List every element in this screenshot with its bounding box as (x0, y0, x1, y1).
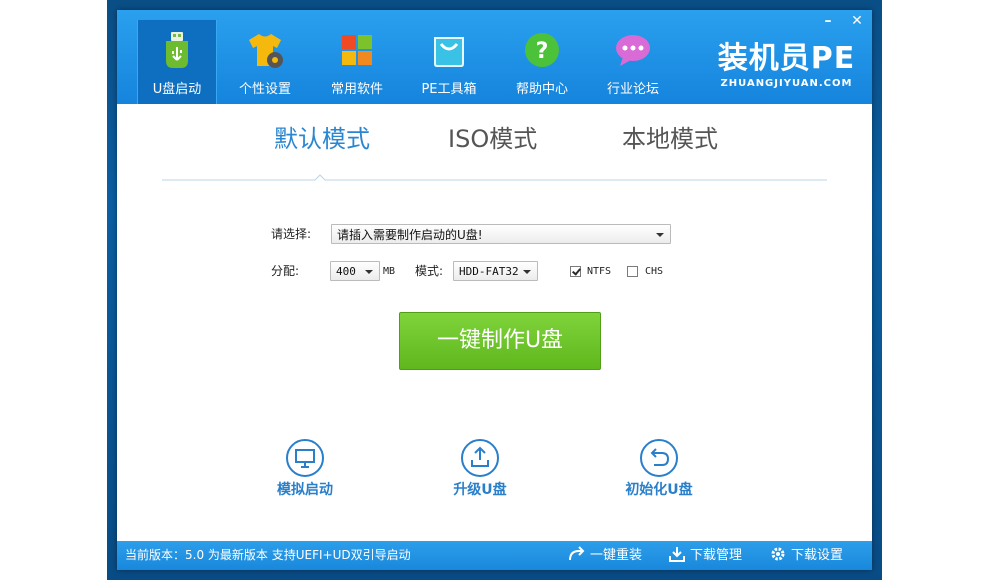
download-icon (669, 547, 685, 562)
usb-drive-select-value: 请插入需要制作启动的U盘! (337, 228, 483, 242)
tab-divider (162, 174, 827, 181)
chevron-down-icon (365, 270, 373, 274)
ntfs-checkbox[interactable] (570, 266, 581, 277)
nav-item-common-software[interactable]: 常用软件 (318, 20, 396, 104)
upload-icon (461, 439, 499, 477)
monitor-icon (286, 439, 324, 477)
windows-tiles-icon (342, 35, 372, 65)
title-bar: U盘启动 个性设置 常用软件 PE工具箱 ? 帮助中心 行业论坛 装机员PE Z… (117, 10, 872, 104)
chat-bubble-icon (616, 35, 650, 66)
download-manager-link[interactable]: 下载管理 (668, 546, 742, 565)
undo-icon (640, 439, 678, 477)
ntfs-label: NTFS (587, 266, 612, 277)
chevron-down-icon (656, 233, 664, 237)
close-button[interactable]: ✕ (848, 12, 866, 30)
select-label: 请选择: (271, 227, 312, 241)
usb-drive-select[interactable]: 请插入需要制作启动的U盘! (331, 224, 671, 244)
status-bar: 当前版本：5.0 为最新版本 支持UEFI+UD双引导启动 一键重装 下载管理 … (117, 541, 872, 570)
nav-item-forum[interactable]: 行业论坛 (594, 20, 672, 104)
nav-item-usb-boot[interactable]: U盘启动 (137, 20, 217, 104)
help-icon: ? (525, 33, 559, 67)
upgrade-usb-button[interactable]: 升级U盘 (425, 438, 535, 499)
format-mode-value: HDD-FAT32 (459, 265, 519, 278)
download-manager-label: 下载管理 (690, 548, 743, 563)
download-settings-link[interactable]: 下载设置 (769, 546, 843, 565)
partition-unit: MB (383, 266, 396, 277)
initialize-usb-label: 初始化U盘 (625, 482, 693, 498)
upgrade-usb-label: 升级U盘 (453, 482, 507, 498)
nav-label: 个性设置 (238, 82, 291, 97)
simulate-boot-label: 模拟启动 (277, 482, 333, 498)
nav-label: PE工具箱 (421, 82, 477, 97)
tab-local-mode[interactable]: 本地模式 (622, 124, 718, 154)
nav-item-personalize[interactable]: 个性设置 (226, 20, 304, 104)
tab-default-mode[interactable]: 默认模式 (274, 124, 370, 154)
brand-subtitle: ZHUANGJIYUAN.COM (720, 78, 853, 89)
chevron-down-icon (523, 270, 531, 274)
chs-label: CHS (645, 266, 664, 277)
make-usb-button[interactable]: 一键制作U盘 (399, 312, 601, 370)
nav-label: U盘启动 (152, 82, 202, 97)
brand-title: 装机员PE (717, 41, 856, 76)
partition-label: 分配: (271, 264, 300, 278)
minimize-button[interactable]: – (819, 12, 837, 30)
shopping-bag-icon (434, 37, 464, 67)
nav-label: 常用软件 (330, 82, 383, 97)
simulate-boot-button[interactable]: 模拟启动 (250, 438, 360, 499)
nav-item-pe-toolbox[interactable]: PE工具箱 (410, 20, 488, 104)
download-settings-label: 下载设置 (791, 548, 844, 563)
app-window: U盘启动 个性设置 常用软件 PE工具箱 ? 帮助中心 行业论坛 装机员PE Z… (117, 10, 872, 570)
redo-arrow-icon (569, 546, 585, 561)
version-status: 当前版本：5.0 为最新版本 支持UEFI+UD双引导启动 (125, 548, 411, 562)
nav-label: 帮助中心 (515, 82, 568, 97)
tshirt-gear-icon (249, 34, 283, 68)
brand-logo: 装机员PE ZHUANGJIYUAN.COM (714, 42, 859, 90)
reinstall-label: 一键重装 (590, 548, 643, 563)
initialize-usb-button[interactable]: 初始化U盘 (604, 438, 714, 499)
nav-label: 行业论坛 (606, 82, 659, 97)
chs-checkbox[interactable] (627, 266, 638, 277)
mode-label: 模式: (415, 264, 444, 278)
svg-text:?: ? (536, 39, 549, 64)
one-click-reinstall-link[interactable]: 一键重装 (568, 546, 642, 565)
partition-size-value: 400 (336, 265, 356, 278)
format-mode-select[interactable]: HDD-FAT32 (453, 261, 538, 281)
partition-size-select[interactable]: 400 (330, 261, 380, 281)
gear-icon (771, 547, 785, 561)
nav-item-help-center[interactable]: ? 帮助中心 (503, 20, 581, 104)
tab-iso-mode[interactable]: ISO模式 (448, 124, 537, 154)
usb-drive-icon (166, 32, 188, 68)
